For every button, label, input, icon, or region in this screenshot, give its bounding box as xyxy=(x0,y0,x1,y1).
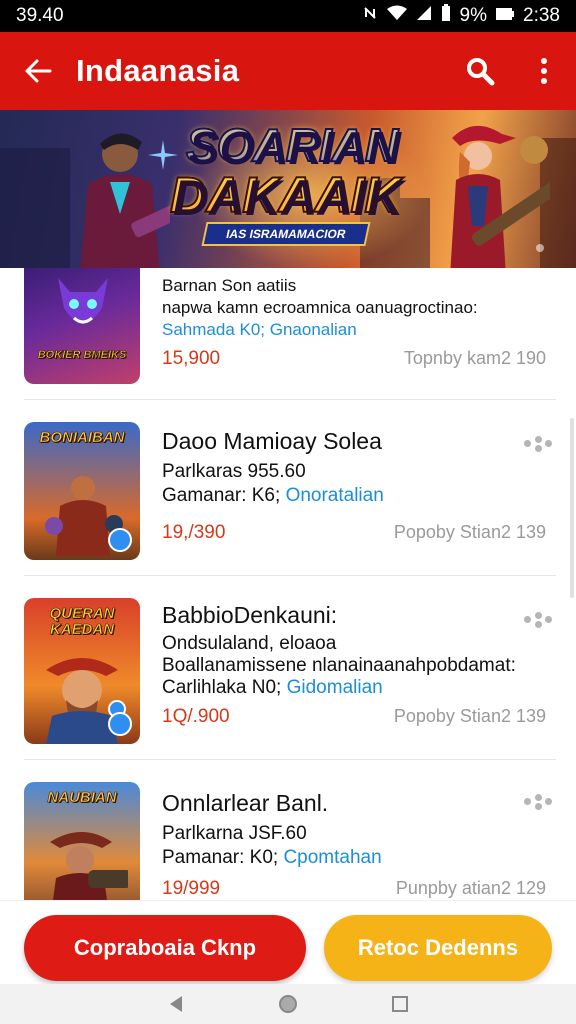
battery-bar-icon xyxy=(495,5,515,27)
list-item[interactable]: QUERAN KAEDAN BabbioDenkauni: Ondsulalan… xyxy=(0,576,576,760)
thumbnail-label: BOKIER BMEIKS xyxy=(37,349,127,361)
product-meta: Pamanar: K0; Cpomtahan xyxy=(162,847,542,869)
back-arrow-icon[interactable] xyxy=(0,32,76,110)
product-detail: Parlkarna JSF.60 xyxy=(162,823,307,844)
product-list[interactable]: BOKIER BMEIKS Barnan Son aatiis napwa ka… xyxy=(0,268,576,900)
battery-percent: 9% xyxy=(459,5,488,26)
product-name: Onnlarlear Banl. xyxy=(162,790,329,816)
home-circle-icon[interactable] xyxy=(268,984,308,1024)
app-bar: Indaanasia xyxy=(0,32,576,110)
list-item[interactable]: BOKIER BMEIKS Barnan Son aatiis napwa ka… xyxy=(0,268,576,400)
product-sold-count: Popoby Stian2 139 xyxy=(393,522,546,542)
item-more-icon[interactable] xyxy=(524,792,552,812)
page-title: Indaanasia xyxy=(76,53,240,88)
recents-square-icon[interactable] xyxy=(380,984,420,1024)
product-name: BabbioDenkauni: xyxy=(162,602,338,628)
status-bar: 39.40 9% 2:38 xyxy=(0,0,576,32)
system-nav-bar xyxy=(0,984,576,1024)
meta-prefix: Carlihlaka N0; xyxy=(162,677,287,698)
product-thumbnail[interactable]: QUERAN KAEDAN xyxy=(24,598,140,744)
villain-figure xyxy=(58,278,108,324)
thumbnail-label: NAUBIAN xyxy=(47,789,117,806)
product-detail: napwa kamn ecroamnica oanuagroctinao: xyxy=(162,298,478,317)
secondary-action-button[interactable]: Retoc Dedenns xyxy=(324,915,552,981)
banner-subtitle: IAS ISRAMAMACIOR xyxy=(201,222,371,246)
product-price: 19,/390 xyxy=(162,522,226,543)
product-sold-count: Popoby Stian2 139 xyxy=(393,706,546,726)
more-vert-icon[interactable] xyxy=(512,32,576,110)
product-detail: Parlkaras 955.60 xyxy=(162,461,306,482)
meta-prefix: Pamanar: K0; xyxy=(162,847,284,868)
meta-prefix: Sahmada K0; xyxy=(162,320,270,339)
product-thumbnail[interactable]: BOKIER BMEIKS xyxy=(24,268,140,384)
product-detail: Ondsulaland, eloaoa xyxy=(162,633,337,654)
promo-banner[interactable]: SOARIAN DAKAAIK IAS ISRAMAMACIOR xyxy=(0,110,576,268)
product-meta: Gamanar: K6; Onoratalian xyxy=(162,485,542,507)
info-badge-icon[interactable] xyxy=(108,712,132,736)
product-price: 19/999 xyxy=(162,878,221,899)
primary-action-button[interactable]: Copraboaia Cknp xyxy=(24,915,306,981)
meta-link[interactable]: Cpomtahan xyxy=(283,847,381,868)
item-more-icon[interactable] xyxy=(524,610,552,630)
search-icon[interactable] xyxy=(448,32,512,110)
product-name: Daoo Mamioay Solea xyxy=(162,428,382,454)
product-meta: Sahmada K0; Gnaonalian xyxy=(162,320,542,340)
product-info: Onnlarlear Banl. Parlkarna JSF.60 Pamana… xyxy=(162,790,542,869)
wifi-icon xyxy=(386,5,408,27)
item-more-icon[interactable] xyxy=(524,434,552,454)
thumbnail-label: BONIAIBAN xyxy=(39,429,125,446)
meta-link[interactable]: Gidomalian xyxy=(287,677,383,698)
hero-right-figure xyxy=(450,125,550,268)
info-badge-icon[interactable] xyxy=(108,528,132,552)
battery-icon xyxy=(440,4,452,28)
list-item[interactable]: NAUBIAN Onnlarlear Banl. Parlkarna JSF.6… xyxy=(0,760,576,900)
meta-prefix: Gamanar: K6; xyxy=(162,485,286,506)
product-info: Barnan Son aatiis napwa kamn ecroamnica … xyxy=(162,276,542,340)
product-name: Barnan Son aatiis xyxy=(162,276,297,295)
dnd-icon xyxy=(362,5,378,27)
meta-link[interactable]: Onoratalian xyxy=(286,485,384,506)
product-detail-2: Boallanamissene nlanainaanahpobdamat: xyxy=(162,655,516,676)
banner-title-line1: SOARIAN xyxy=(185,119,399,171)
status-icons: 9% 2:38 xyxy=(362,4,560,28)
product-price: 15,900 xyxy=(162,348,221,369)
thumbnail-label: QUERAN KAEDAN xyxy=(49,605,115,638)
spark-icon xyxy=(148,140,178,170)
back-triangle-icon[interactable] xyxy=(156,984,196,1024)
product-thumbnail[interactable]: NAUBIAN xyxy=(24,782,140,900)
banner-title-line2: DAKAAIK xyxy=(169,167,402,223)
product-info: BabbioDenkauni: Ondsulaland, eloaoa Boal… xyxy=(162,602,542,699)
status-time-left: 39.40 xyxy=(16,5,64,26)
product-sold-count: Punpby atian2 129 xyxy=(395,878,546,898)
status-time-right: 2:38 xyxy=(523,5,560,26)
scrollbar[interactable] xyxy=(570,418,574,598)
banner-page-dot[interactable] xyxy=(536,244,544,252)
meta-link[interactable]: Gnaonalian xyxy=(270,320,357,339)
list-item[interactable]: BONIAIBAN Daoo Mamioay Solea Parlkaras 9… xyxy=(0,400,576,576)
product-thumbnail[interactable]: BONIAIBAN xyxy=(24,422,140,560)
product-meta: Carlihlaka N0; Gidomalian xyxy=(162,677,542,699)
product-sold-count: Topnby kam2 190 xyxy=(403,348,546,368)
signal-icon xyxy=(416,5,432,27)
bottom-action-bar: Copraboaia Cknp Retoc Dedenns xyxy=(0,900,576,984)
gunner-figure xyxy=(50,832,128,900)
product-info: Daoo Mamioay Solea Parlkaras 955.60 Gama… xyxy=(162,428,542,507)
product-price: 1Q/.900 xyxy=(162,706,230,727)
